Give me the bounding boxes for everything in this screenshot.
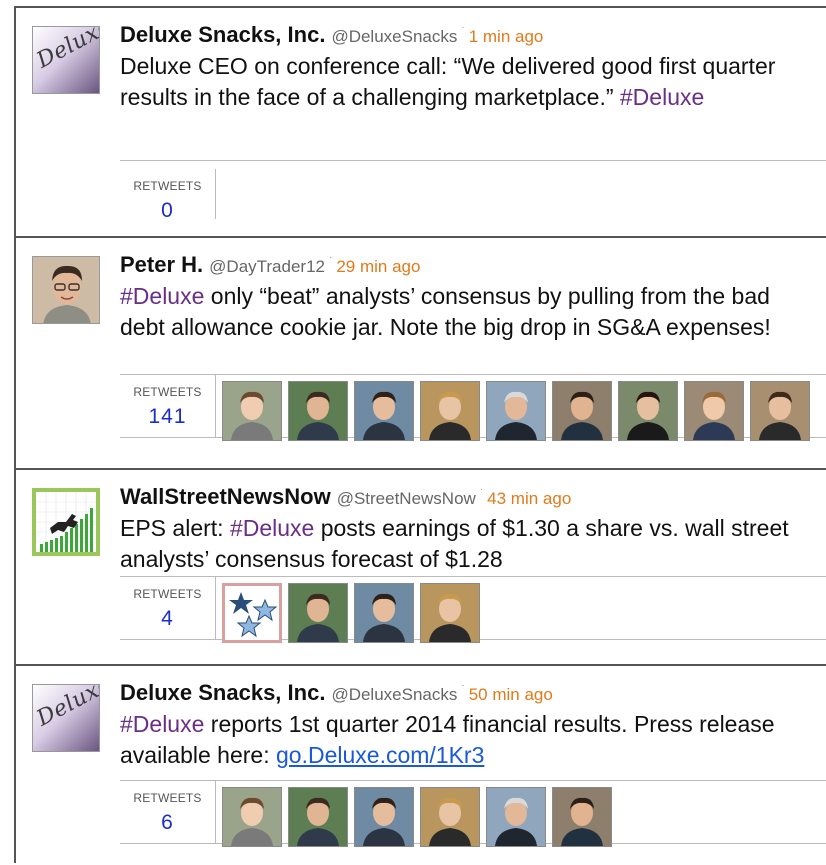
- separator: ·: [461, 680, 465, 691]
- tweet-text: EPS alert: #Deluxe posts earnings of $1.…: [120, 513, 810, 575]
- retweets-label: RETWEETS: [133, 179, 202, 193]
- tweet-content: Peter H. @DayTrader12 · 29 min ago #Deluxe …: [120, 252, 820, 343]
- retweets-label: RETWEETS: [133, 791, 202, 805]
- retweeter-avatar[interactable]: [420, 381, 480, 441]
- retweets-count[interactable]: 141: [120, 405, 215, 429]
- retweeter-avatar[interactable]: [684, 381, 744, 441]
- tweet-header: Peter H. @DayTrader12 · 29 min ago: [120, 252, 820, 280]
- tweet: Deluxe Deluxe Snacks, Inc. @DeluxeSnacks ·…: [16, 8, 826, 238]
- timestamp[interactable]: 1 min ago: [469, 27, 544, 46]
- retweets-count[interactable]: 4: [120, 607, 215, 631]
- tweet-feed: Deluxe Deluxe Snacks, Inc. @DeluxeSnacks ·…: [14, 6, 826, 863]
- avatar-peter-h[interactable]: [32, 256, 100, 324]
- hashtag-link[interactable]: #Deluxe: [620, 84, 704, 110]
- person-avatar-icon: [33, 257, 99, 323]
- retweet-counter: RETWEETS 6: [120, 781, 216, 843]
- separator: ·: [461, 22, 465, 33]
- press-release-link[interactable]: go.Deluxe.com/1Kr3: [276, 742, 484, 768]
- retweeter-avatar[interactable]: [552, 787, 612, 847]
- author-handle[interactable]: @DeluxeSnacks: [331, 27, 457, 46]
- timestamp[interactable]: 29 min ago: [336, 257, 420, 276]
- retweeter-avatar[interactable]: [354, 583, 414, 643]
- retweets-count[interactable]: 0: [120, 199, 215, 223]
- retweeter-avatar[interactable]: [618, 381, 678, 441]
- stars-icon[interactable]: [222, 583, 282, 643]
- author-name[interactable]: Deluxe Snacks, Inc.: [120, 680, 325, 705]
- retweet-bar: RETWEETS 6: [120, 780, 826, 847]
- retweeter-avatar[interactable]: [354, 787, 414, 847]
- retweet-counter: RETWEETS 0: [120, 169, 216, 222]
- tweet-text-part: EPS alert:: [120, 515, 230, 541]
- retweets-label: RETWEETS: [133, 385, 202, 399]
- tweet-text-part: only “beat” analysts’ consensus by pulli…: [120, 283, 771, 340]
- tweet-content: Deluxe Snacks, Inc. @DeluxeSnacks · 50 min …: [120, 680, 820, 771]
- separator: ·: [329, 252, 333, 263]
- hashtag-link[interactable]: #Deluxe: [120, 711, 204, 737]
- retweeter-avatar[interactable]: [288, 787, 348, 847]
- tweet-header: Deluxe Snacks, Inc. @DeluxeSnacks · 50 min …: [120, 680, 820, 708]
- tweet: Peter H. @DayTrader12 · 29 min ago #Deluxe …: [16, 238, 826, 470]
- retweeter-avatar[interactable]: [420, 583, 480, 643]
- retweet-counter: RETWEETS 4: [120, 577, 216, 639]
- tweet-header: WallStreetNewsNow @StreetNewsNow · 43 min a…: [120, 484, 820, 512]
- deluxe-logo-text: Deluxe: [32, 684, 100, 732]
- author-handle[interactable]: @StreetNewsNow: [337, 489, 476, 508]
- tweet-header: Deluxe Snacks, Inc. @DeluxeSnacks · 1 min a…: [120, 22, 820, 50]
- avatar-deluxe-logo[interactable]: Deluxe: [32, 26, 100, 94]
- retweeter-avatar[interactable]: [222, 381, 282, 441]
- hashtag-link[interactable]: #Deluxe: [120, 283, 204, 309]
- retweet-bar: RETWEETS 0: [120, 160, 826, 234]
- retweets-label: RETWEETS: [133, 587, 202, 601]
- bull-chart-icon: [36, 492, 96, 552]
- retweet-bar: RETWEETS 141: [120, 374, 826, 441]
- retweeter-avatar[interactable]: [486, 381, 546, 441]
- retweets-count[interactable]: 6: [120, 811, 215, 835]
- retweeter-avatar[interactable]: [288, 583, 348, 643]
- avatar-deluxe-logo[interactable]: Deluxe: [32, 684, 100, 752]
- retweeter-avatar[interactable]: [288, 381, 348, 441]
- author-name[interactable]: Deluxe Snacks, Inc.: [120, 22, 325, 47]
- tweet: WallStreetNewsNow @StreetNewsNow · 43 min a…: [16, 470, 826, 666]
- retweeter-avatar[interactable]: [222, 787, 282, 847]
- tweet-text: #Deluxe reports 1st quarter 2014 financi…: [120, 709, 810, 771]
- retweet-counter: RETWEETS 141: [120, 375, 216, 437]
- tweet-content: WallStreetNewsNow @StreetNewsNow · 43 min a…: [120, 484, 820, 575]
- author-handle[interactable]: @DayTrader12: [209, 257, 325, 276]
- retweeter-avatar[interactable]: [552, 381, 612, 441]
- author-name[interactable]: Peter H.: [120, 252, 203, 277]
- timestamp[interactable]: 50 min ago: [469, 685, 553, 704]
- avatar-wallstreetnewsnow[interactable]: [32, 488, 100, 556]
- retweeter-avatar[interactable]: [354, 381, 414, 441]
- author-name[interactable]: WallStreetNewsNow: [120, 484, 331, 509]
- timestamp[interactable]: 43 min ago: [487, 489, 571, 508]
- tweet: Deluxe Deluxe Snacks, Inc. @DeluxeSnacks ·…: [16, 666, 826, 865]
- retweeter-avatar[interactable]: [420, 787, 480, 847]
- tweet-text: Deluxe CEO on conference call: “We deliv…: [120, 51, 810, 113]
- tweet-text: #Deluxe only “beat” analysts’ consensus …: [120, 281, 810, 343]
- deluxe-logo-text: Deluxe: [32, 26, 100, 74]
- retweeter-avatar[interactable]: [750, 381, 810, 441]
- retweet-bar: RETWEETS 4: [120, 576, 826, 643]
- separator: ·: [479, 484, 484, 495]
- author-handle[interactable]: @DeluxeSnacks: [331, 685, 457, 704]
- hashtag-link[interactable]: #Deluxe: [230, 515, 314, 541]
- retweeter-avatar[interactable]: [486, 787, 546, 847]
- tweet-content: Deluxe Snacks, Inc. @DeluxeSnacks · 1 min a…: [120, 22, 820, 113]
